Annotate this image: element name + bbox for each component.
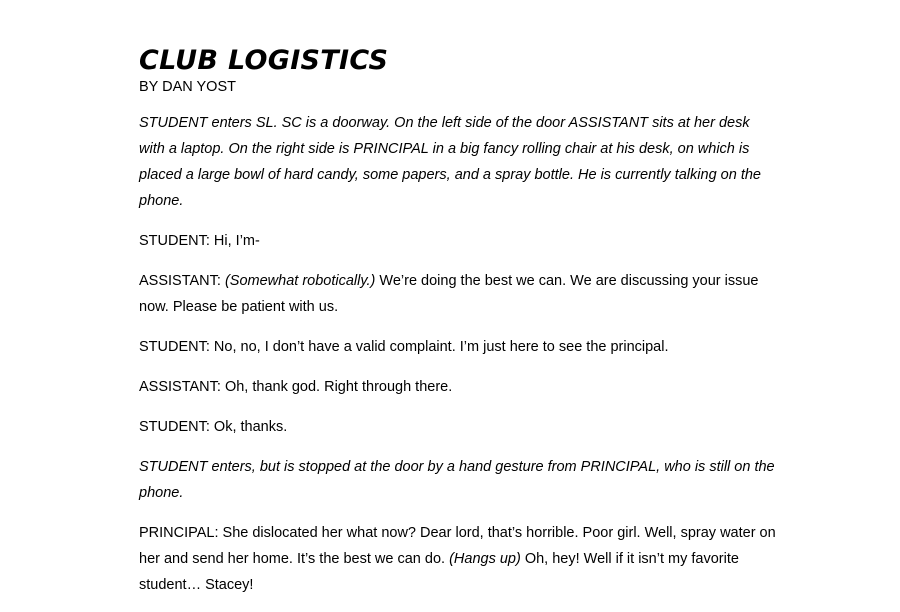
author-byline: BY DAN YOST: [139, 79, 236, 95]
dialogue-speaker: ASSISTANT:: [139, 273, 225, 289]
script-page: CLUB LOGISTICS BY DAN YOST STUDENT enter…: [139, 44, 779, 612]
stage-direction-opening: STUDENT enters SL. SC is a doorway. On t…: [139, 115, 761, 209]
dialogue-line: STUDENT: Ok, thanks.: [139, 419, 288, 435]
dialogue-line: PRINCIPAL: She dislocated her what now? …: [139, 520, 779, 598]
dialogue-line: STUDENT: No, no, I don’t have a valid co…: [139, 339, 669, 355]
dialogue-line: ASSISTANT: Oh, thank god. Right through …: [139, 379, 453, 395]
stage-direction: STUDENT enters, but is stopped at the do…: [139, 459, 775, 501]
inline-stage-direction: (Hangs up): [449, 551, 521, 567]
dialogue-line: ASSISTANT: (Somewhat robotically.) We’re…: [139, 268, 779, 320]
document-title: CLUB LOGISTICS: [139, 45, 389, 76]
dialogue-line: STUDENT: Hi, I’m-: [139, 233, 260, 249]
inline-stage-direction: (Somewhat robotically.): [224, 273, 376, 289]
